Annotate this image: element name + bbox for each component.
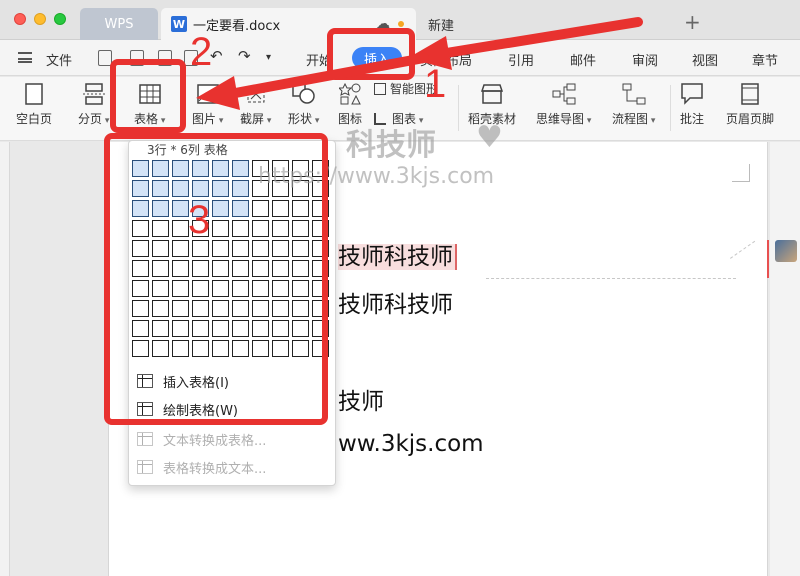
redo-icon[interactable]: ↷	[238, 47, 251, 65]
text-to-table-icon	[137, 432, 153, 446]
picture-label: 图片	[192, 110, 223, 127]
screenshot-label: 截屏	[240, 110, 271, 127]
mind-map-icon	[552, 82, 576, 106]
menu-view[interactable]: 视图	[692, 50, 718, 69]
blank-page-button[interactable]: 空白页	[16, 77, 52, 141]
page-break-label: 分页	[78, 110, 109, 127]
menu-review[interactable]: 审阅	[632, 50, 658, 69]
ribbon-separator	[458, 85, 459, 131]
comment-button[interactable]: 批注	[680, 77, 704, 141]
blank-page-label: 空白页	[16, 112, 53, 126]
shapes-icon	[291, 82, 316, 106]
menu-mail[interactable]: 邮件	[570, 50, 596, 69]
screenshot-button[interactable]: 截屏	[240, 77, 271, 141]
table-to-text-menu-item: 表格转换成文本...	[137, 455, 266, 479]
menu-references[interactable]: 引用	[508, 50, 534, 69]
header-footer-label: 页眉页脚	[726, 112, 775, 126]
flowchart-icon	[622, 82, 646, 106]
mind-map-label: 思维导图	[536, 110, 591, 127]
word-document-icon: W	[171, 16, 187, 32]
highlighted-text[interactable]: 技师科技师	[338, 244, 457, 270]
close-window-button[interactable]	[14, 13, 26, 25]
tab-new[interactable]: 新建	[428, 8, 454, 40]
avatar-thumbnail-icon[interactable]	[775, 240, 797, 262]
blank-page-icon	[22, 82, 46, 106]
picture-icon	[196, 82, 220, 106]
menu-chapter[interactable]: 章节	[752, 50, 778, 69]
minimize-window-button[interactable]	[34, 13, 46, 25]
document-line-3[interactable]: 技师	[338, 382, 384, 416]
zoom-window-button[interactable]	[54, 13, 66, 25]
shapes-label: 形状	[288, 110, 319, 127]
flowchart-label: 流程图	[612, 110, 655, 127]
page-break-icon	[82, 82, 106, 106]
header-footer-icon	[738, 82, 762, 106]
header-footer-button[interactable]: 页眉页脚	[726, 77, 774, 141]
table-to-text-label: 表格转换成文本...	[163, 461, 267, 477]
quick-access-more-icon[interactable]: ▾	[266, 52, 271, 63]
tab-new-label: 新建	[428, 18, 455, 34]
screenshot-icon	[244, 82, 268, 106]
text-to-table-menu-item: 文本转换成表格...	[137, 427, 266, 451]
add-tab-plus-icon[interactable]: +	[684, 10, 701, 34]
document-line-2[interactable]: 技师科技师	[338, 285, 453, 319]
page-break-button[interactable]: 分页	[78, 77, 109, 141]
left-gutter	[0, 142, 10, 576]
comment-icon	[680, 82, 704, 106]
tab-wps-home[interactable]: WPS	[80, 8, 158, 40]
right-side-panel	[770, 142, 800, 576]
menu-file[interactable]: 文件	[46, 50, 72, 69]
annotation-box-dropdown	[104, 133, 328, 425]
picture-button[interactable]: 图片	[192, 77, 223, 141]
tab-wps-label: WPS	[104, 16, 134, 32]
smart-shape-icon	[374, 82, 386, 95]
text-to-table-label: 文本转换成表格...	[163, 433, 267, 449]
mind-map-button[interactable]: 思维导图	[536, 77, 591, 141]
watermark-heart-icon: ♥	[476, 120, 503, 155]
hamburger-menu-icon[interactable]	[18, 52, 32, 63]
table-to-text-icon	[137, 460, 153, 474]
annotation-step-2: 2	[190, 30, 213, 74]
watermark-brand: 科技师	[346, 128, 436, 163]
revision-margin-bar	[767, 240, 769, 278]
unsaved-dot-icon	[398, 21, 404, 27]
ribbon-separator	[670, 85, 671, 131]
flowchart-button[interactable]: 流程图	[612, 77, 655, 141]
annotation-box-table	[110, 59, 186, 133]
comment-label: 批注	[680, 112, 705, 126]
storefront-icon	[480, 82, 504, 106]
annotation-box-insert	[327, 28, 415, 80]
document-line-4[interactable]: ww.3kjs.com	[338, 431, 484, 457]
document-line-1[interactable]: 技师科技师	[338, 237, 457, 271]
annotation-step-1: 1	[424, 62, 447, 106]
icons-library-icon	[338, 82, 362, 106]
annotation-step-3: 3	[188, 198, 211, 242]
margin-corner-mark	[732, 164, 750, 182]
shapes-button[interactable]: 形状	[288, 77, 319, 141]
comment-connector-line	[486, 278, 736, 279]
